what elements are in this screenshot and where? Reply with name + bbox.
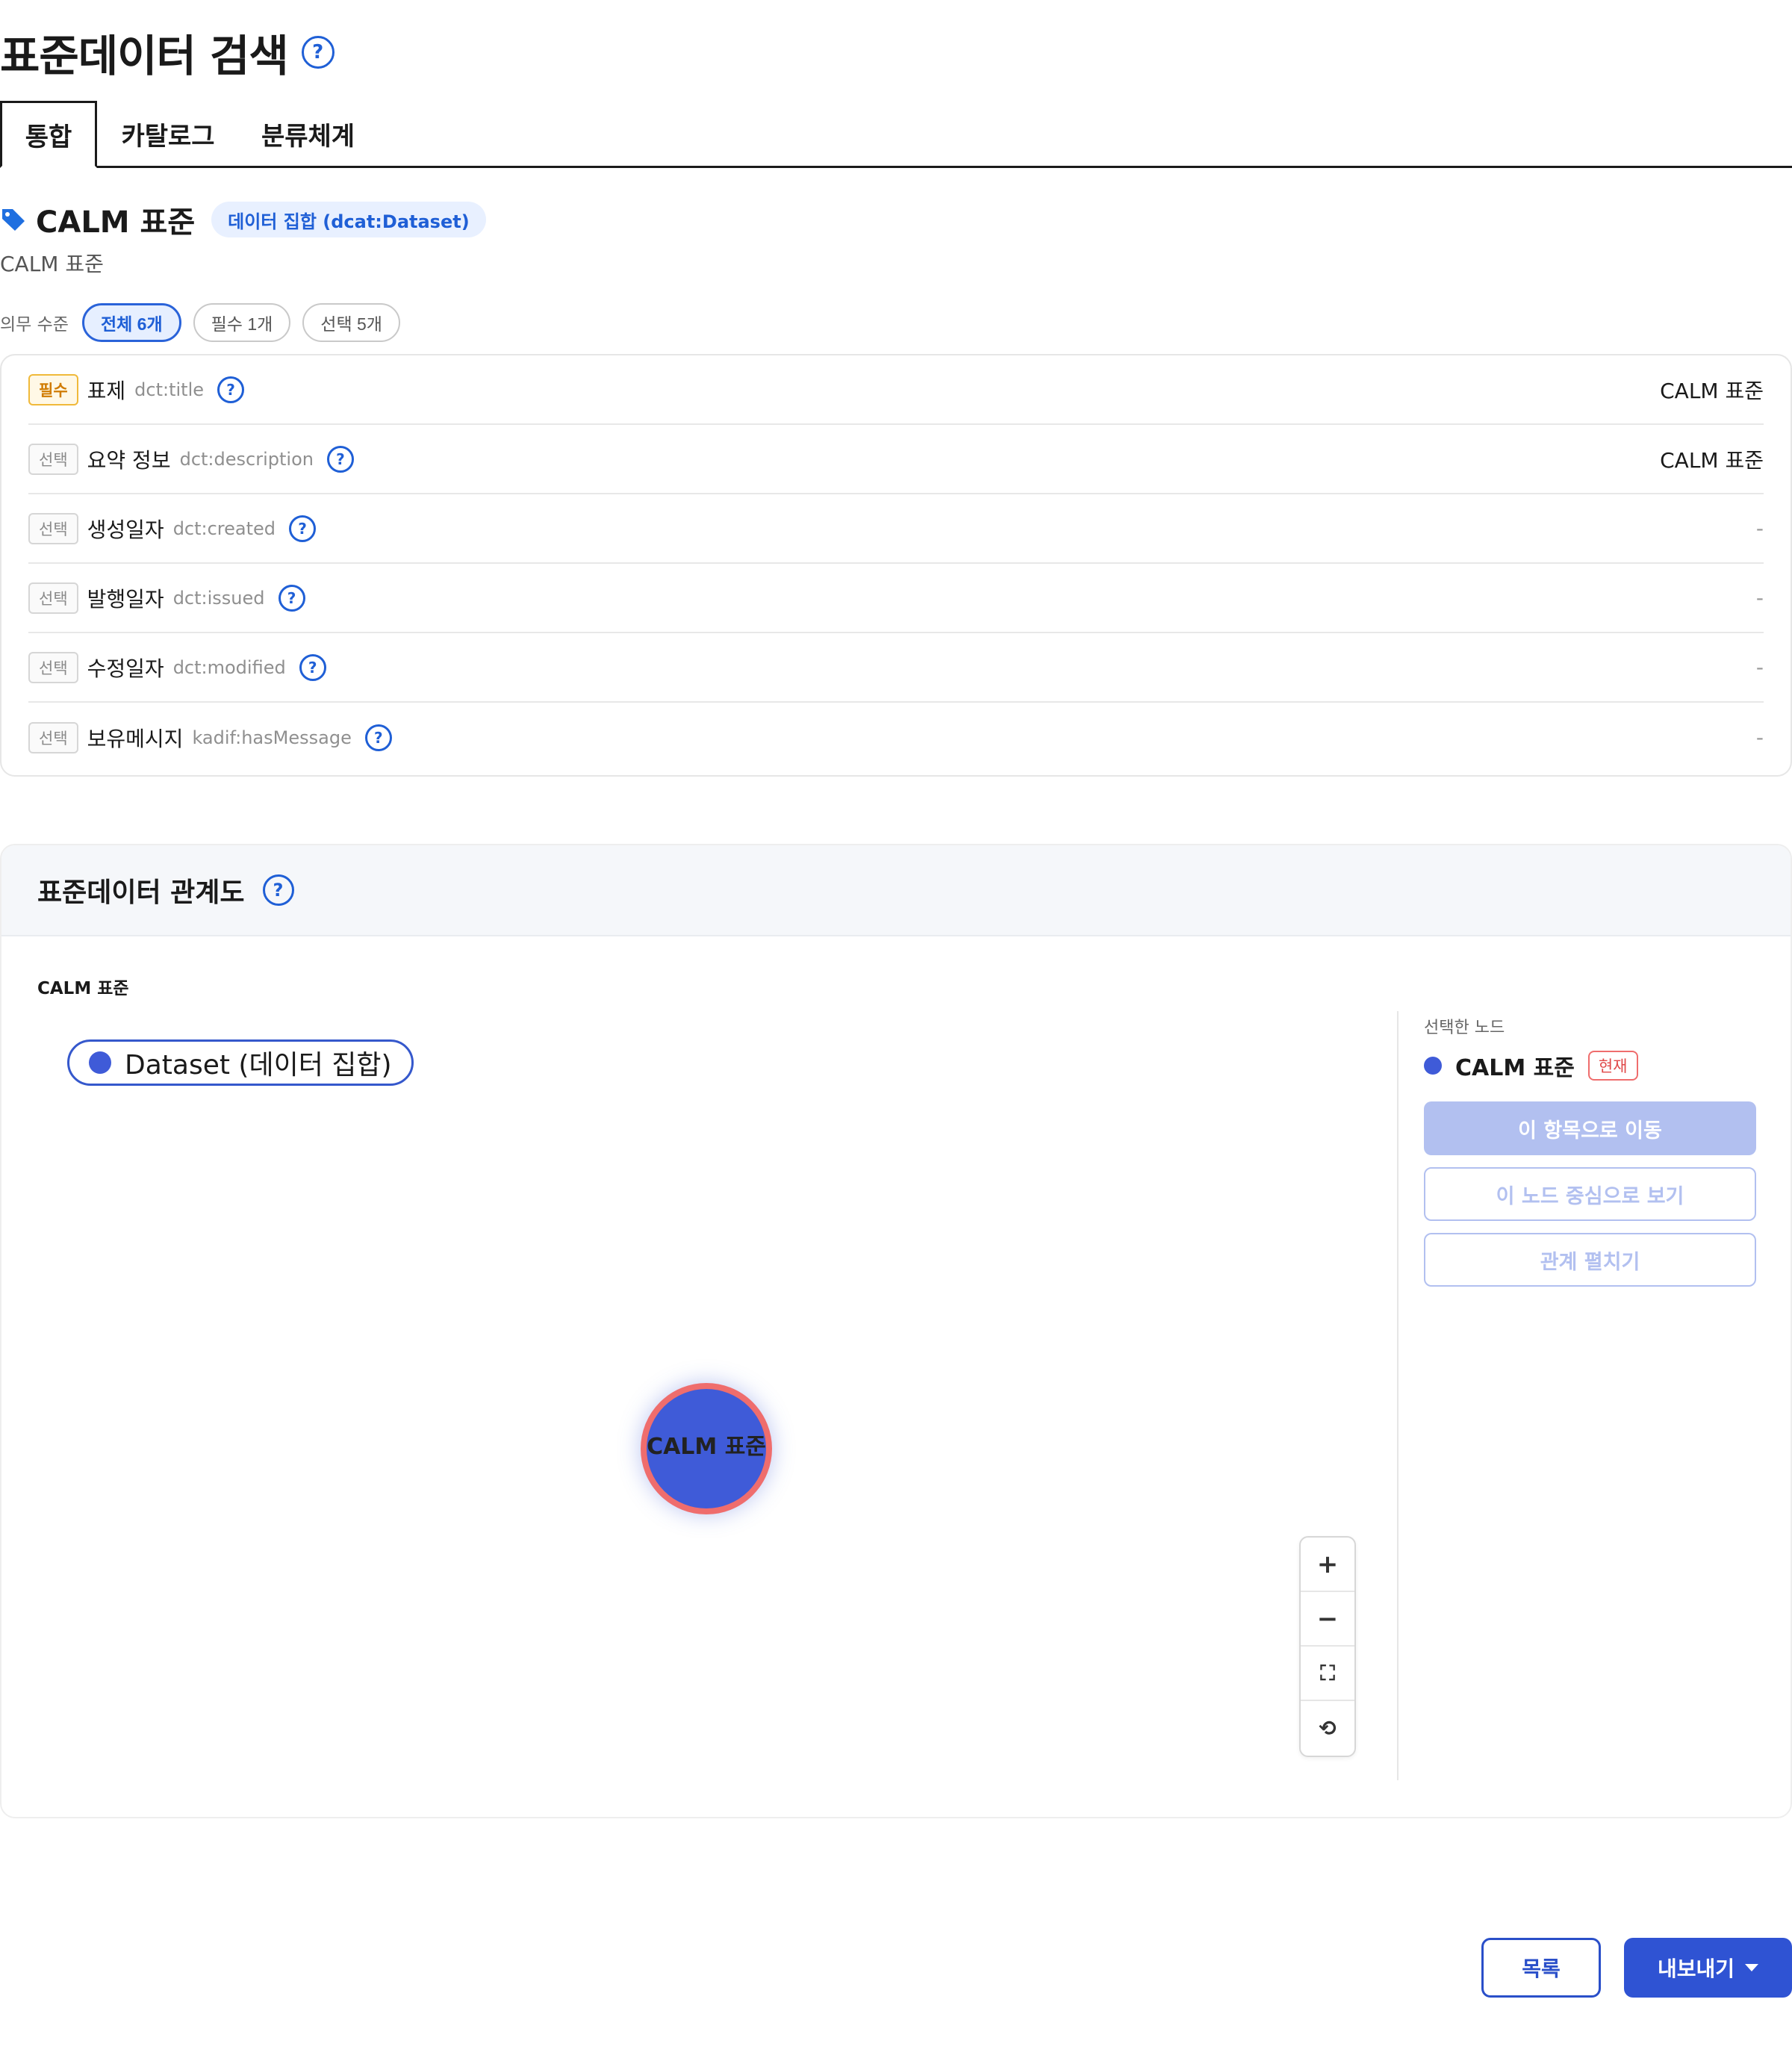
property-row-created: 선택 생성일자 dct:created ? - [28, 494, 1764, 564]
expand-relations-button[interactable]: 관계 펼치기 [1424, 1233, 1756, 1287]
relation-header: 표준데이터 관계도 ? [1, 845, 1791, 936]
center-on-node-button[interactable]: 이 노드 중심으로 보기 [1424, 1167, 1756, 1221]
tab-taxonomy[interactable]: 분류체계 [258, 101, 358, 167]
dataset-header: CALM 표준 데이터 집합 (dcat:Dataset) [0, 197, 486, 242]
help-icon[interactable]: ? [289, 515, 317, 542]
help-icon[interactable]: ? [217, 376, 245, 403]
chip-all[interactable]: 전체 6개 [81, 303, 181, 342]
graph-node[interactable]: CALM 표준 [641, 1383, 772, 1514]
property-key: dct:issued [172, 587, 265, 609]
tab-integrated[interactable]: 통합 [0, 101, 97, 168]
property-key: dct:created [172, 518, 276, 539]
help-icon[interactable]: ? [364, 724, 392, 751]
property-value: CALM 표준 [1660, 378, 1764, 403]
tab-catalog[interactable]: 카탈로그 [119, 101, 217, 167]
property-name: 생성일자 [87, 517, 164, 542]
legend-dot-icon [89, 1051, 111, 1074]
level-badge-required: 필수 [28, 373, 78, 405]
property-value: - [1755, 516, 1764, 541]
property-value: - [1755, 725, 1764, 750]
property-value: - [1755, 585, 1764, 610]
relation-title: 표준데이터 관계도 [37, 877, 245, 908]
property-key: dct:title [134, 379, 205, 400]
dataset-type-badge: 데이터 집합 (dcat:Dataset) [211, 202, 486, 237]
page-title: 표준데이터 검색 [0, 31, 289, 81]
relation-panel: 표준데이터 관계도 ? CALM 표준 Dataset (데이터 집합) CAL… [0, 844, 1792, 1818]
selected-node-caption: 선택한 노드 [1424, 1019, 1505, 1037]
level-badge-optional: 선택 [28, 651, 78, 683]
legend-label: Dataset (데이터 집합) [125, 1050, 392, 1081]
property-value: CALM 표준 [1660, 447, 1764, 473]
chip-required[interactable]: 필수 1개 [193, 303, 291, 342]
export-button[interactable]: 내보내기 [1624, 1938, 1792, 1998]
property-row-description: 선택 요약 정보 dct:description ? CALM 표준 [28, 425, 1764, 494]
go-to-item-button[interactable]: 이 항목으로 이동 [1424, 1101, 1756, 1155]
level-badge-optional: 선택 [28, 443, 78, 475]
property-key: dct:description [179, 448, 314, 470]
chip-optional[interactable]: 선택 5개 [302, 303, 400, 342]
selected-node: CALM 표준 현재 [1424, 1047, 1638, 1084]
help-icon[interactable]: ? [301, 36, 335, 69]
help-icon[interactable]: ? [326, 445, 354, 473]
page-header: 표준데이터 검색 ? [0, 22, 335, 82]
property-name: 수정일자 [87, 656, 164, 681]
current-badge: 현재 [1587, 1051, 1638, 1081]
property-row-modified: 선택 수정일자 dct:modified ? - [28, 633, 1764, 703]
property-row-title: 필수 표제 dct:title ? CALM 표준 [28, 355, 1764, 425]
reset-view-button[interactable]: ⟲ [1301, 1701, 1354, 1756]
tab-bar: 통합 카탈로그 분류체계 [0, 101, 1792, 168]
level-badge-optional: 선택 [28, 721, 78, 753]
zoom-in-button[interactable]: + [1301, 1538, 1354, 1592]
level-badge-optional: 선택 [28, 512, 78, 544]
list-button[interactable]: 목록 [1481, 1938, 1601, 1998]
property-name: 보유메시지 [87, 726, 184, 751]
property-name: 표제 [87, 378, 126, 403]
graph-label: CALM 표준 [37, 979, 129, 998]
caret-down-icon [1745, 1964, 1759, 1971]
property-key: kadif:hasMessage [192, 727, 352, 748]
property-list: 필수 표제 dct:title ? CALM 표준 선택 요약 정보 dct:d… [0, 354, 1792, 777]
property-name: 발행일자 [87, 586, 164, 612]
help-icon[interactable]: ? [278, 584, 305, 612]
property-row-has-message: 선택 보유메시지 kadif:hasMessage ? - [28, 703, 1764, 772]
zoom-out-button[interactable]: − [1301, 1592, 1354, 1647]
legend-dataset[interactable]: Dataset (데이터 집합) [67, 1039, 414, 1086]
fit-view-button[interactable]: ⛶ [1301, 1647, 1354, 1701]
node-dot-icon [1424, 1057, 1442, 1075]
graph-node-label: CALM 표준 [647, 1434, 766, 1460]
help-icon[interactable]: ? [262, 874, 294, 906]
property-key: dct:modified [172, 656, 286, 678]
export-label: 내보내기 [1657, 1956, 1735, 1981]
dataset-title: CALM 표준 [36, 205, 196, 240]
property-row-issued: 선택 발행일자 dct:issued ? - [28, 564, 1764, 633]
level-badge-optional: 선택 [28, 582, 78, 614]
obligation-filter: 의무 수준 전체 6개 필수 1개 선택 5개 [0, 302, 400, 343]
filter-label: 의무 수준 [0, 315, 69, 335]
dataset-subtitle: CALM 표준 [0, 252, 104, 276]
selected-node-name: CALM 표준 [1455, 1055, 1575, 1081]
property-name: 요약 정보 [87, 447, 171, 473]
tag-icon [2, 209, 25, 231]
help-icon[interactable]: ? [299, 653, 326, 681]
side-divider [1397, 1011, 1399, 1780]
zoom-controls: + − ⛶ ⟲ [1299, 1536, 1356, 1757]
property-value: - [1755, 655, 1764, 680]
